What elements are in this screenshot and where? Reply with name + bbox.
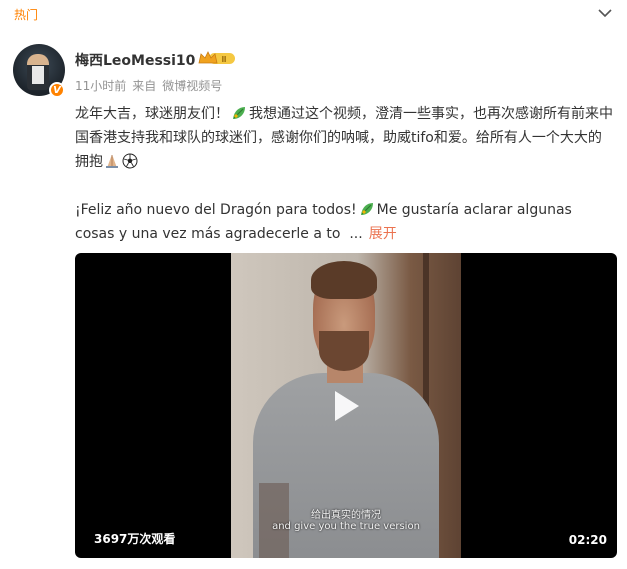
source-prefix: 来自 xyxy=(132,79,157,93)
ellipsis: ... xyxy=(349,226,363,242)
vip-level: II xyxy=(222,55,226,64)
view-count: 3697万次观看 xyxy=(94,532,176,546)
video-subtitle-zh: 给出真实的情况 xyxy=(311,510,381,521)
username[interactable]: 梅西LeoMessi10 xyxy=(75,50,195,70)
post-source[interactable]: 微博视频号 xyxy=(162,79,222,93)
video-player[interactable]: 给出真实的情况 and give you the true version 36… xyxy=(75,253,617,558)
post-text-es: ¡Feliz año nuevo del Dragón para todos! M… xyxy=(75,198,615,246)
post-time[interactable]: 11小时前 xyxy=(75,79,126,93)
chevron-down-icon[interactable] xyxy=(597,6,613,20)
person-hair xyxy=(311,261,377,299)
video-duration: 02:20 xyxy=(568,533,607,547)
avatar-shirt xyxy=(32,66,44,84)
leaf-emoji-icon xyxy=(231,105,247,121)
leaf-emoji-icon xyxy=(359,201,375,217)
expand-link[interactable]: 展开 xyxy=(369,226,397,242)
play-icon[interactable] xyxy=(325,386,365,426)
video-subtitle-en: and give you the true version xyxy=(272,521,420,532)
pray-emoji-icon xyxy=(104,153,120,169)
soccer-ball-emoji-icon xyxy=(122,153,138,169)
post-meta: 11小时前 来自 微博视频号 xyxy=(75,77,228,94)
post-text-zh: 龙年大吉，球迷朋友们！ 我想通过这个视频，澄清一些事实，也再次感谢所有前来中国香港… xyxy=(75,102,615,174)
weibo-post-card: 热门 V 梅西LeoMessi10 II 11小时前 来自 微博视频号 龙年大吉，球… xyxy=(0,0,627,569)
text-zh-greeting: 龙年大吉，球迷朋友们！ xyxy=(75,106,229,122)
text-es-greeting: ¡Feliz año nuevo del Dragón para todos! xyxy=(75,202,357,218)
verified-badge-icon: V xyxy=(49,82,65,98)
vip-crown-icon[interactable]: II xyxy=(197,50,237,66)
person-beard xyxy=(319,331,369,371)
hot-tag[interactable]: 热门 xyxy=(14,6,38,23)
